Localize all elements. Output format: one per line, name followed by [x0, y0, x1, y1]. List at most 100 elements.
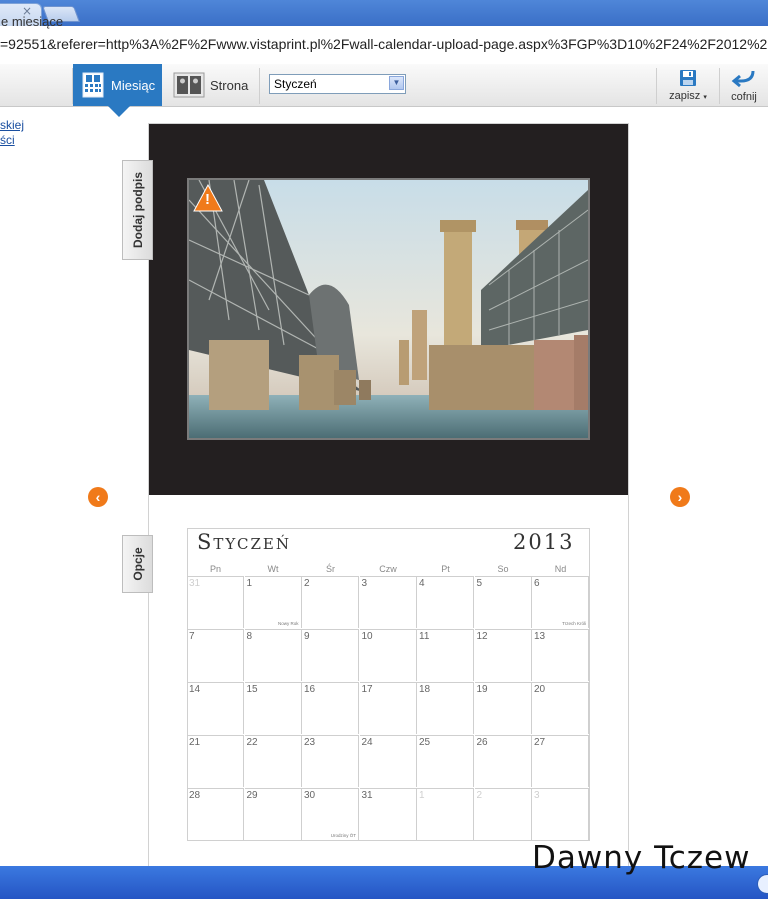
day-number: 2 [304, 578, 310, 589]
page-view-label: Strona [210, 77, 249, 93]
calendar-day-cell[interactable]: 12 [474, 629, 532, 681]
calendar-day-cell[interactable]: 22 [244, 735, 302, 787]
left-link-2[interactable]: ści [0, 133, 15, 147]
chevron-right-icon: › [677, 489, 683, 505]
calendar-day-cell[interactable]: 11 [417, 629, 474, 681]
day-number: 7 [189, 631, 195, 642]
left-link-1[interactable]: skiej [0, 118, 24, 132]
toolbar-divider [259, 68, 260, 104]
all-months-label: e miesiące [1, 13, 64, 29]
calendar-day-cell[interactable]: 17 [359, 682, 417, 734]
save-icon [680, 70, 696, 86]
calendar-day-cell[interactable]: 28 [187, 788, 244, 840]
calendar-day-cell[interactable]: 10 [359, 629, 417, 681]
calendar-day-cell[interactable]: 14 [187, 682, 244, 734]
page-view-icon [173, 72, 205, 98]
calendar-day-cell[interactable]: 29 [244, 788, 302, 840]
calendar-day-cell[interactable]: 13 [532, 629, 589, 681]
day-number: 1 [419, 790, 425, 801]
calendar-day-cell[interactable]: 26 [474, 735, 532, 787]
day-number: 24 [361, 737, 373, 748]
calendar-day-cell[interactable]: 3 [359, 576, 417, 628]
calendar-day-cell[interactable]: 9 [302, 629, 359, 681]
day-number: 31 [189, 578, 201, 589]
day-number: 15 [246, 684, 258, 695]
bridge-photo[interactable]: ! [187, 178, 590, 440]
previous-month-button[interactable]: ‹ [88, 487, 108, 507]
browser-titlebar [0, 0, 768, 26]
calendar-day-cell[interactable]: 31 [187, 576, 244, 628]
calendar-day-cell[interactable]: 15 [244, 682, 302, 734]
day-number: 25 [419, 737, 431, 748]
calendar-day-cell[interactable]: 27 [532, 735, 589, 787]
calendar-day-cell[interactable]: 20 [532, 682, 589, 734]
day-number: 8 [246, 631, 253, 642]
chevron-left-icon: ‹ [95, 489, 101, 505]
calendar-day-cell[interactable]: 5 [474, 576, 532, 628]
calendar-day-cell[interactable]: 6 Trzech Króli [532, 576, 589, 628]
calendar-day-cell[interactable]: 25 [417, 735, 474, 787]
calendar-year: 2013 [513, 530, 575, 554]
weekday-header: Wt [267, 564, 279, 574]
day-number: 19 [476, 684, 488, 695]
calendar-day-cell[interactable]: 31 [359, 788, 417, 840]
holiday-note: Trzech Króli [562, 621, 586, 626]
weekday-header: Pt [441, 564, 450, 574]
url-text[interactable]: =92551&referer=http%3A%2F%2Fwww.vistapri… [0, 36, 767, 52]
day-number: 10 [361, 631, 373, 642]
undo-button[interactable]: cofnij [720, 64, 768, 106]
day-number: 6 [534, 578, 540, 589]
weekday-header: Pn [209, 564, 221, 574]
calendar-day-cell[interactable]: 24 [359, 735, 417, 787]
calendar-day-cell[interactable]: 4 [417, 576, 474, 628]
month-dropdown[interactable]: Styczeń ▼ [269, 74, 406, 94]
day-number: 14 [189, 684, 201, 695]
day-number: 16 [304, 684, 316, 695]
day-number: 3 [534, 790, 540, 801]
month-grid-icon [82, 72, 104, 98]
day-number: 3 [361, 578, 368, 589]
day-number: 4 [419, 578, 425, 589]
calendar-day-cell[interactable]: 16 [302, 682, 359, 734]
day-number: 30 [304, 790, 316, 801]
calendar-day-cell[interactable]: 3 [532, 788, 589, 840]
calendar-day-cell[interactable]: 30 Urodziny ÖT [302, 788, 359, 840]
day-number: 2 [476, 790, 483, 801]
calendar-day-cell[interactable]: 19 [474, 682, 532, 734]
calendar-month-title: Styczeń [197, 530, 292, 554]
calendar-day-cell[interactable]: 1 [417, 788, 474, 840]
day-number: 27 [534, 737, 546, 748]
day-number: 13 [534, 631, 546, 642]
calendar-day-cell[interactable]: 8 [244, 629, 302, 681]
day-number: 17 [361, 684, 373, 695]
all-months-tab[interactable]: e miesiące [0, 0, 72, 42]
calendar-day-cell[interactable]: 23 [302, 735, 359, 787]
page-view-tab[interactable]: Strona [163, 64, 258, 106]
day-number: 18 [419, 684, 431, 695]
next-month-button[interactable]: › [670, 487, 690, 507]
active-tab-pointer [108, 106, 130, 117]
month-view-tab[interactable]: Miesiąc [73, 64, 162, 106]
day-number: 9 [304, 631, 310, 642]
add-caption-tab[interactable]: Dodaj podpis [122, 160, 153, 260]
calendar-day-cell[interactable]: 7 [187, 629, 244, 681]
weekday-header: Śr [326, 564, 335, 574]
save-button[interactable]: zapisz ▾ [658, 64, 718, 106]
bridge-photo-image [189, 180, 588, 438]
day-number: 12 [476, 631, 488, 642]
calendar-day-cell[interactable]: 18 [417, 682, 474, 734]
holiday-note: Nowy Rok [277, 621, 299, 626]
day-number: 28 [189, 790, 201, 801]
options-tab[interactable]: Opcje [122, 535, 153, 593]
day-number: 20 [534, 684, 546, 695]
calendar-day-cell[interactable]: 2 [302, 576, 359, 628]
chevron-down-icon[interactable]: ▼ [389, 76, 404, 90]
calendar-day-cell[interactable]: 21 [187, 735, 244, 787]
undo-icon [731, 70, 755, 88]
day-number: 11 [419, 631, 430, 642]
calendar-day-cell[interactable]: 2 [474, 788, 532, 840]
watermark: Dawny Tczew [532, 840, 751, 876]
day-number: 1 [246, 578, 253, 589]
calendar-day-cell[interactable]: 1 Nowy Rok [244, 576, 302, 628]
toolbar-divider [656, 68, 657, 104]
